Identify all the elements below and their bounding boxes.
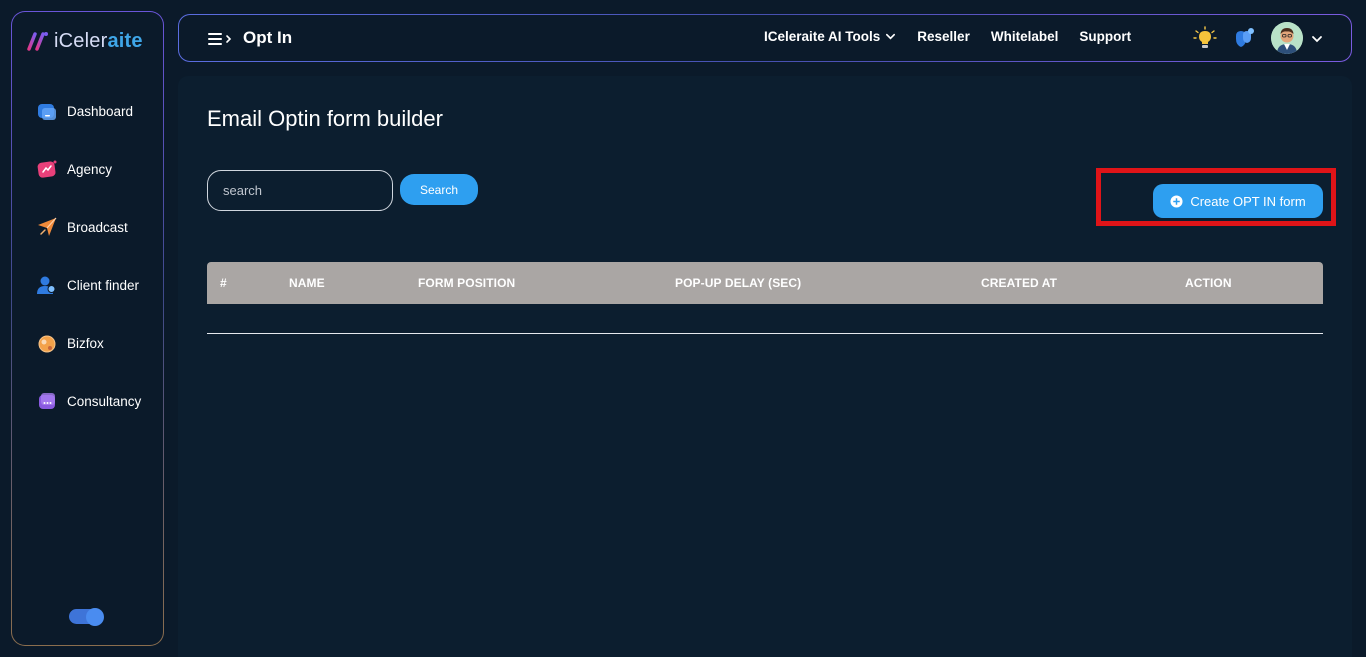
column-header-name[interactable]: NAME: [289, 276, 325, 290]
lightbulb-icon[interactable]: [1193, 26, 1217, 50]
sidebar-item-label: Bizfox: [67, 335, 104, 351]
sidebar-item-label: Agency: [67, 161, 113, 177]
logo-mark-icon: [27, 32, 48, 51]
sidebar-item-dashboard[interactable]: Dashboard: [12, 82, 163, 140]
search-input[interactable]: [207, 170, 393, 211]
agency-icon: [37, 160, 57, 178]
avatar-image: [1271, 22, 1303, 54]
logo[interactable]: iCeleraite: [26, 28, 143, 54]
column-header-index[interactable]: #: [220, 276, 227, 290]
nav-support[interactable]: Support: [1079, 29, 1131, 44]
logo-text: iCeleraite: [54, 29, 143, 52]
table-header: # NAME FORM POSITION POP-UP DELAY (SEC) …: [207, 262, 1323, 304]
create-optin-form-label: Create OPT IN form: [1190, 193, 1306, 209]
plus-circle-icon: [1170, 194, 1183, 208]
main-panel: Email Optin form builder Search Create O…: [178, 76, 1352, 657]
sidebar-item-bizfox[interactable]: Bizfox: [12, 314, 163, 372]
nav-ai-tools[interactable]: ICeleraite AI Tools: [764, 29, 896, 44]
bizfox-icon: [38, 335, 56, 353]
nav-support-label: Support: [1079, 29, 1132, 44]
top-header: Opt In ICeleraite AI Tools Reseller Whit…: [178, 14, 1352, 62]
section-heading: Email Optin form builder: [207, 106, 443, 131]
chevron-down-icon: [886, 33, 896, 40]
avatar[interactable]: [1271, 22, 1303, 54]
search-button[interactable]: Search: [400, 174, 478, 205]
sidebar-item-agency[interactable]: Agency: [12, 140, 163, 198]
sidebar: iCeleraite Dashboard Agency Broadcast Cl…: [11, 11, 164, 646]
sidebar-item-label: Broadcast: [67, 219, 128, 235]
client-finder-icon: [37, 276, 56, 294]
column-header-created-at[interactable]: CREATED AT: [981, 276, 1057, 290]
notifications-icon[interactable]: [1233, 26, 1257, 50]
optin-forms-table: # NAME FORM POSITION POP-UP DELAY (SEC) …: [207, 262, 1323, 334]
nav-whitelabel[interactable]: Whitelabel: [991, 29, 1059, 44]
sidebar-item-label: Consultancy: [67, 393, 142, 409]
column-header-popup-delay[interactable]: POP-UP DELAY (SEC): [675, 276, 801, 290]
sidebar-item-broadcast[interactable]: Broadcast: [12, 198, 163, 256]
column-header-action[interactable]: ACTION: [1185, 276, 1232, 290]
table-body-divider: [207, 333, 1323, 334]
nav-reseller[interactable]: Reseller: [917, 29, 970, 44]
sidebar-item-client-finder[interactable]: Client finder: [12, 256, 163, 314]
broadcast-icon: [38, 217, 57, 236]
theme-toggle-knob: [86, 607, 104, 626]
sidebar-item-label: Client finder: [67, 277, 140, 293]
menu-toggle-icon[interactable]: [207, 30, 233, 48]
top-nav: ICeleraite AI Tools Reseller Whitelabel …: [764, 29, 1131, 44]
sidebar-nav: Dashboard Agency Broadcast Client finder…: [12, 82, 163, 430]
theme-toggle[interactable]: [69, 607, 104, 626]
create-optin-form-button[interactable]: Create OPT IN form: [1153, 184, 1323, 218]
nav-whitelabel-label: Whitelabel: [990, 29, 1059, 44]
sidebar-item-label: Dashboard: [67, 103, 134, 119]
consultancy-icon: [39, 393, 55, 409]
page-title: Opt In: [243, 28, 293, 47]
dashboard-icon: [38, 104, 56, 120]
column-header-form-position[interactable]: FORM POSITION: [418, 276, 515, 290]
sidebar-item-consultancy[interactable]: Consultancy: [12, 372, 163, 430]
nav-reseller-label: Reseller: [917, 29, 970, 44]
chevron-down-icon[interactable]: [1311, 33, 1323, 45]
nav-ai-tools-label: ICeleraite AI Tools: [764, 29, 881, 44]
